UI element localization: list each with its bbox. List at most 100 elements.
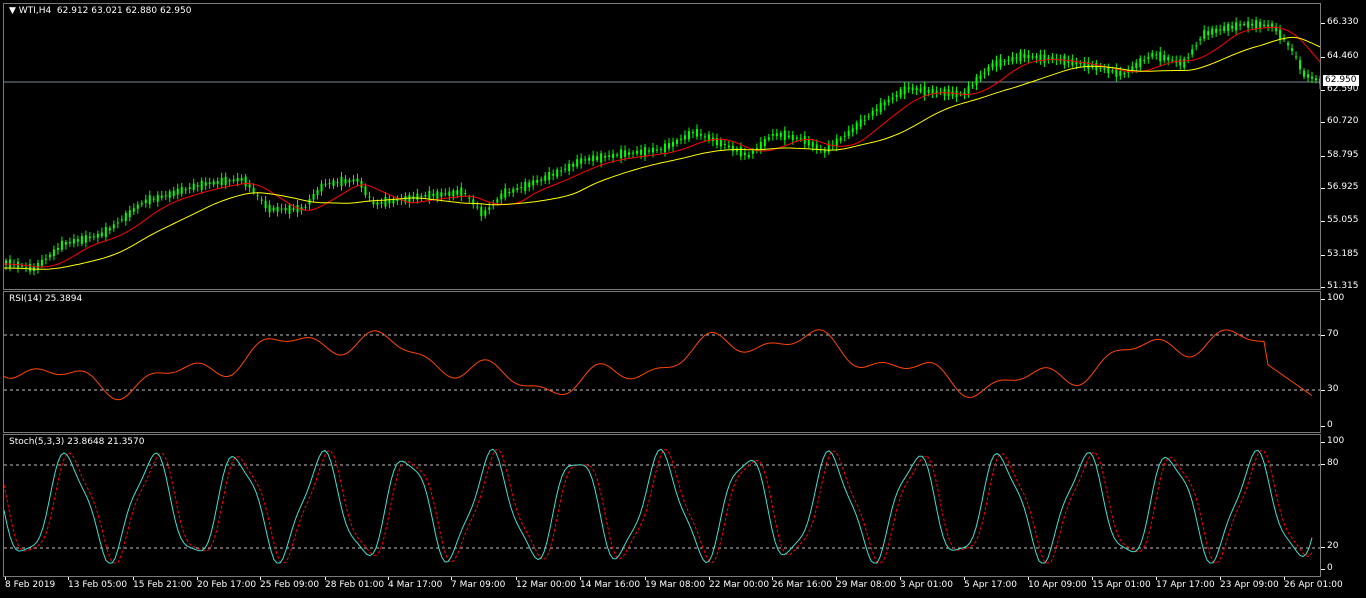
- candle-body: [364, 186, 367, 196]
- candle-body: [1215, 28, 1218, 33]
- candle-body: [1167, 56, 1170, 61]
- candle-body: [799, 138, 802, 140]
- candle-body: [292, 208, 295, 210]
- time-tick: 25 Feb 09:00: [260, 580, 320, 590]
- time-tick: 20 Feb 17:00: [197, 580, 257, 590]
- candle-body: [272, 207, 275, 211]
- candle-body: [644, 147, 647, 157]
- time-tick: 17 Apr 17:00: [1156, 580, 1215, 590]
- candle-body: [588, 157, 591, 161]
- candle-body: [1079, 62, 1082, 64]
- candle-body: [1043, 54, 1046, 63]
- candle-body: [156, 194, 159, 202]
- candle-body: [104, 227, 107, 237]
- candle-body: [496, 199, 499, 203]
- candle-body: [532, 180, 535, 186]
- candle-body: [927, 90, 930, 93]
- candle-body: [1303, 70, 1306, 77]
- candle-body: [691, 131, 694, 134]
- candle-body: [524, 181, 527, 192]
- candle-body: [592, 155, 595, 162]
- candle-body: [735, 148, 738, 152]
- time-tick: 12 Mar 00:00: [516, 580, 577, 590]
- candle-body: [687, 131, 690, 140]
- candle-body: [276, 206, 279, 212]
- candle-body: [1159, 51, 1162, 62]
- candle-body: [1135, 62, 1138, 69]
- time-tick: 26 Apr 01:00: [1284, 580, 1343, 590]
- candle-body: [44, 258, 47, 260]
- candle-body: [216, 181, 219, 184]
- candle-body: [428, 191, 431, 200]
- candle-body: [787, 135, 790, 138]
- candle-body: [628, 152, 631, 155]
- candle-body: [416, 193, 419, 200]
- candle-body: [148, 195, 151, 205]
- candle-body: [152, 198, 155, 200]
- candle-body: [763, 138, 766, 147]
- candle-body: [1207, 31, 1210, 36]
- candle-body: [316, 189, 319, 195]
- time-tick-mark: [836, 577, 837, 580]
- candle-body: [1267, 24, 1270, 27]
- price-axis: 66.330 64.460 62.590 60.720 58.795 56.92…: [1321, 3, 1366, 291]
- candle-body: [192, 183, 195, 190]
- candle-body: [987, 67, 990, 72]
- candle-body: [380, 201, 383, 204]
- candle-body: [560, 170, 563, 172]
- candle-body: [64, 242, 67, 245]
- symbol-header: ▼ WTI,H4 62.912 63.021 62.880 62.950: [9, 6, 191, 16]
- candle-body: [907, 87, 910, 90]
- candle-body: [1139, 58, 1142, 68]
- candle-body: [759, 141, 762, 151]
- time-tick: 26 Mar 16:00: [772, 580, 833, 590]
- candle-body: [1223, 26, 1226, 32]
- candle-body: [436, 191, 439, 199]
- time-tick: 8 Feb 2019: [5, 580, 56, 590]
- time-tick: 28 Feb 01:00: [325, 580, 385, 590]
- candle-body: [516, 188, 519, 190]
- candle-body: [679, 138, 682, 140]
- candle-body: [1003, 61, 1006, 63]
- price-tick: 56.925: [1321, 182, 1359, 192]
- candle-body: [699, 133, 702, 136]
- time-tick-mark: [133, 577, 134, 580]
- candle-body: [132, 208, 135, 212]
- stoch-signal-line: [4, 449, 1313, 564]
- rsi-title: RSI(14) 25.3894: [9, 294, 83, 304]
- candle-body: [28, 263, 31, 272]
- candle-body: [775, 133, 778, 136]
- time-tick: 15 Feb 21:00: [133, 580, 193, 590]
- candle-body: [887, 99, 890, 103]
- candle-body: [671, 141, 674, 147]
- candle-body: [248, 184, 251, 188]
- rsi-pane[interactable]: RSI(14) 25.3894: [3, 291, 1321, 433]
- stochastic-axis: 100 80 20 0: [1320, 434, 1366, 577]
- candle-body: [991, 63, 994, 68]
- candle-body: [504, 188, 507, 198]
- time-tick: 10 Apr 09:00: [1028, 580, 1087, 590]
- candle-body: [564, 168, 567, 170]
- candle-body: [839, 137, 842, 141]
- candle-body: [703, 136, 706, 138]
- price-chart-pane[interactable]: ▼ WTI,H4 62.912 63.021 62.880 62.950: [3, 3, 1321, 290]
- candle-body: [612, 153, 615, 158]
- rsi-line: [4, 329, 1313, 401]
- price-tick: 55.055: [1321, 215, 1359, 225]
- candle-body: [983, 72, 986, 75]
- stoch-tick: 100: [1320, 436, 1345, 446]
- candle-body: [1199, 39, 1202, 41]
- candle-body: [480, 206, 483, 217]
- stochastic-pane[interactable]: Stoch(5,3,3) 23.8648 21.3570: [3, 434, 1321, 577]
- candle-body: [40, 259, 43, 266]
- candle-body: [923, 86, 926, 96]
- candle-body: [160, 195, 163, 198]
- candle-body: [468, 197, 471, 199]
- candle-body: [476, 206, 479, 208]
- candle-body: [1255, 20, 1258, 29]
- candle-body: [1031, 56, 1034, 58]
- candle-body: [356, 178, 359, 182]
- candle-body: [1143, 60, 1146, 62]
- candle-body: [675, 139, 678, 144]
- price-tick: 58.795: [1321, 150, 1359, 160]
